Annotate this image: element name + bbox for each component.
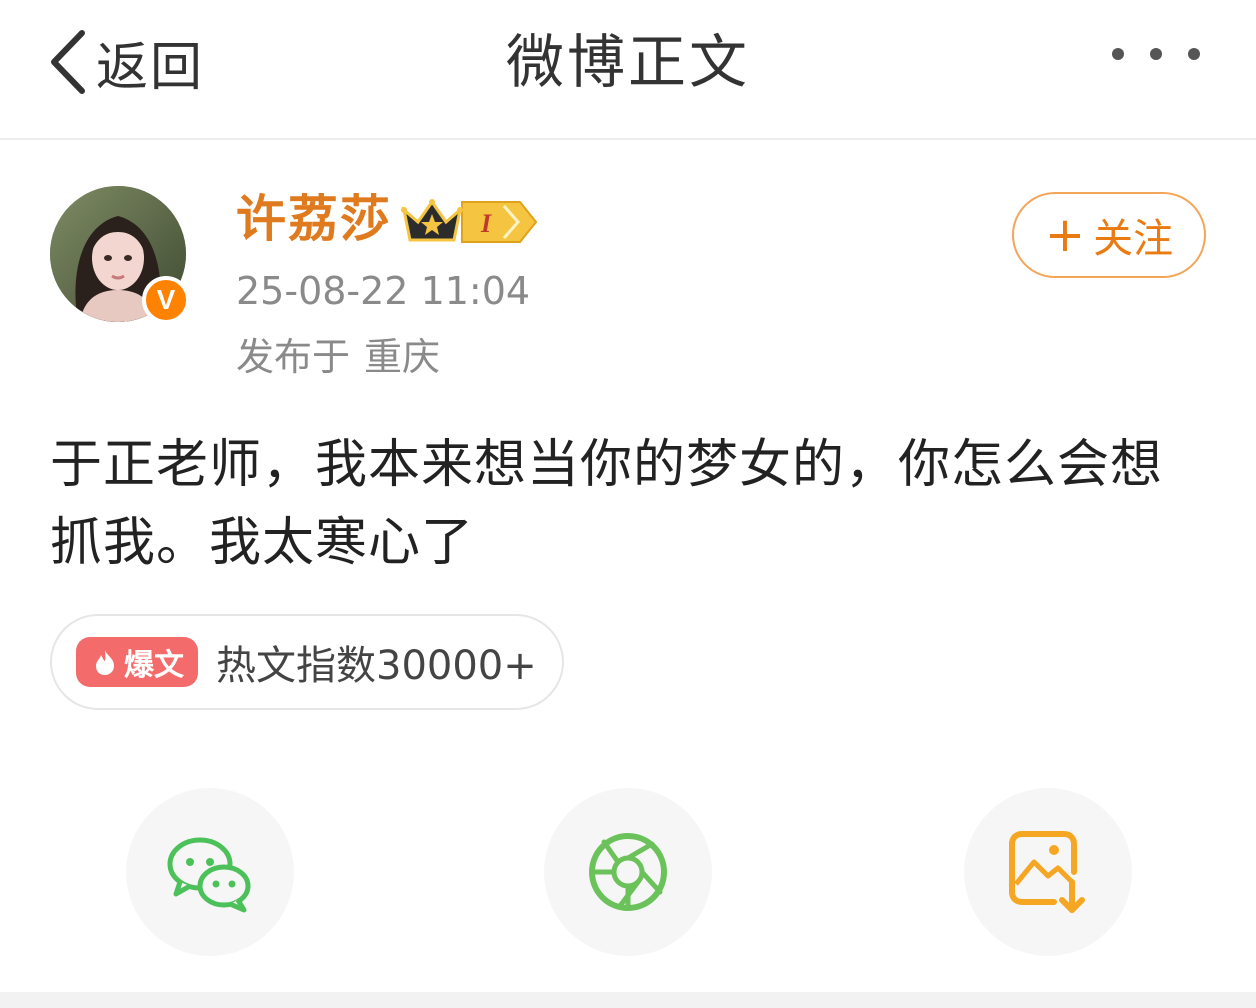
post-timestamp: 25-08-22 11:04 — [236, 269, 531, 313]
hot-tag: 爆文 — [76, 637, 198, 687]
follow-button[interactable]: + 关注 — [1012, 192, 1206, 278]
weibo-post-page: 返回 微博正文 V 许荔莎 I 25-08-22 11:04 发布于 重庆 + … — [0, 0, 1256, 1008]
location-prefix: 发布于 — [236, 335, 351, 379]
dot — [1188, 48, 1200, 60]
save-image-icon — [1009, 831, 1085, 913]
vip-crown-badge: I — [401, 199, 538, 243]
author-avatar[interactable]: V — [50, 186, 190, 326]
wechat-icon — [167, 837, 251, 913]
back-label: 返回 — [96, 37, 205, 98]
dot — [1112, 48, 1124, 60]
author-name[interactable]: 许荔莎 — [236, 186, 392, 252]
post-text: 于正老师，我本来想当你的梦女的，你怎么会想抓我。我太寒心了 — [50, 435, 1164, 573]
top-nav-bar: 返回 微博正文 — [0, 0, 1256, 140]
hot-index-pill[interactable]: 爆文 热文指数30000+ — [50, 614, 564, 710]
chevron-left-icon — [51, 30, 85, 94]
back-button[interactable]: 返回 — [46, 22, 204, 102]
fire-icon — [96, 650, 114, 675]
more-dots-icon[interactable] — [1112, 48, 1200, 60]
hot-tag-label: 爆文 — [124, 648, 184, 683]
follow-label: 关注 — [1093, 216, 1174, 262]
share-wechat-button[interactable] — [126, 788, 294, 956]
share-moments-button[interactable] — [544, 788, 712, 956]
moments-icon — [589, 833, 667, 911]
verified-badge: V — [142, 276, 190, 324]
post-location: 发布于 重庆 — [236, 330, 440, 384]
vip-level-text: I — [480, 209, 492, 238]
dot — [1150, 48, 1162, 60]
bottom-divider — [0, 992, 1256, 1008]
save-image-button[interactable] — [964, 788, 1132, 956]
hot-index-text: 热文指数30000+ — [216, 643, 537, 689]
location-city: 重庆 — [364, 335, 441, 379]
plus-icon: + — [1044, 207, 1086, 263]
